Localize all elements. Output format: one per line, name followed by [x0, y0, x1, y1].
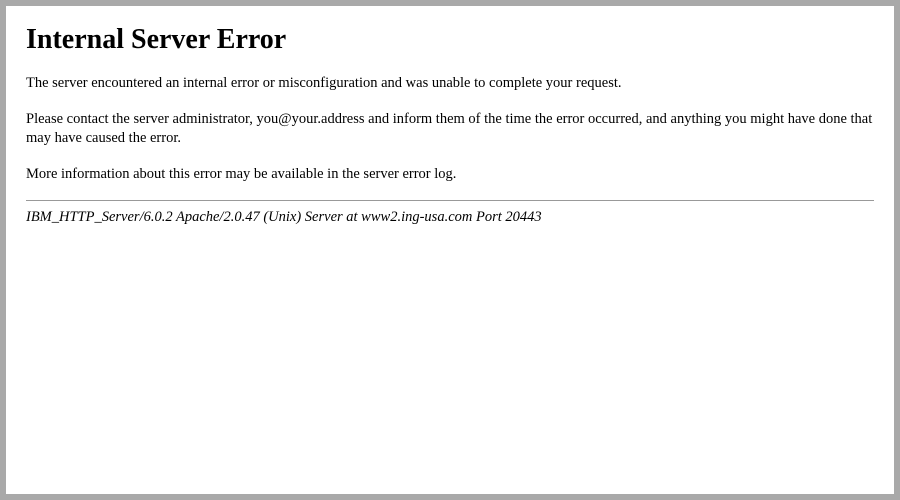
- error-contact: Please contact the server administrator,…: [26, 110, 874, 149]
- error-loginfo: More information about this error may be…: [26, 165, 874, 185]
- divider: [26, 200, 874, 201]
- error-page: Internal Server Error The server encount…: [6, 6, 894, 494]
- error-description: The server encountered an internal error…: [26, 74, 874, 94]
- server-signature: IBM_HTTP_Server/6.0.2 Apache/2.0.47 (Uni…: [26, 209, 874, 226]
- page-title: Internal Server Error: [26, 24, 874, 56]
